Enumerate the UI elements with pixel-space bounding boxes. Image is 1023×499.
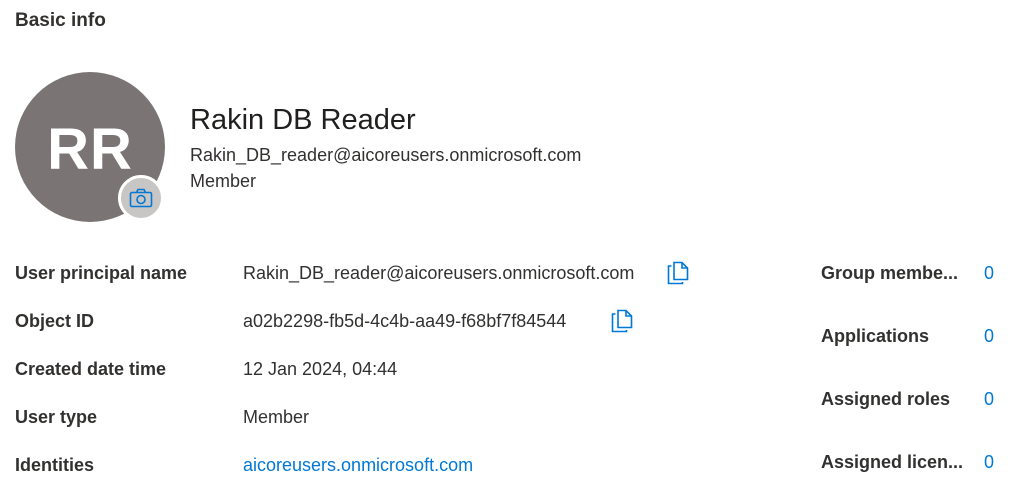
copy-upn-icon[interactable]	[667, 261, 689, 290]
stat-value-assigned-roles[interactable]: 0	[984, 389, 994, 410]
prop-label-user-type: User type	[15, 407, 98, 427]
stat-label-applications: Applications	[821, 326, 930, 346]
stat-value-applications[interactable]: 0	[984, 326, 994, 347]
stat-value-assigned-licenses[interactable]: 0	[984, 452, 994, 473]
stat-label-assigned-roles: Assigned roles	[821, 389, 951, 409]
avatar-initials: RR	[47, 116, 133, 182]
prop-label-user-principal-name: User principal name	[15, 263, 188, 283]
stat-label-group-memberships: Group membe...	[821, 263, 959, 283]
user-display-name: Rakin DB Reader	[190, 104, 416, 136]
user-email: Rakin_DB_reader@aicoreusers.onmicrosoft.…	[190, 145, 582, 165]
user-role: Member	[190, 171, 257, 191]
identities-link[interactable]: aicoreusers.onmicrosoft.com	[243, 455, 473, 476]
change-photo-button[interactable]	[118, 175, 164, 221]
section-title: Basic info	[15, 10, 106, 31]
copy-object-id-icon[interactable]	[611, 309, 633, 338]
prop-value-user-type: Member	[243, 407, 310, 427]
prop-label-identities: Identities	[15, 455, 95, 475]
prop-value-created-date-time: 12 Jan 2024, 04:44	[243, 359, 398, 379]
prop-label-created-date-time: Created date time	[15, 359, 167, 379]
prop-value-user-principal-name: Rakin_DB_reader@aicoreusers.onmicrosoft.…	[243, 263, 635, 283]
stat-value-group-memberships[interactable]: 0	[984, 263, 994, 284]
prop-label-object-id: Object ID	[15, 311, 95, 331]
stat-label-assigned-licenses: Assigned licen...	[821, 452, 964, 472]
prop-value-object-id: a02b2298-fb5d-4c4b-aa49-f68bf7f84544	[243, 311, 567, 331]
camera-icon	[129, 188, 153, 208]
